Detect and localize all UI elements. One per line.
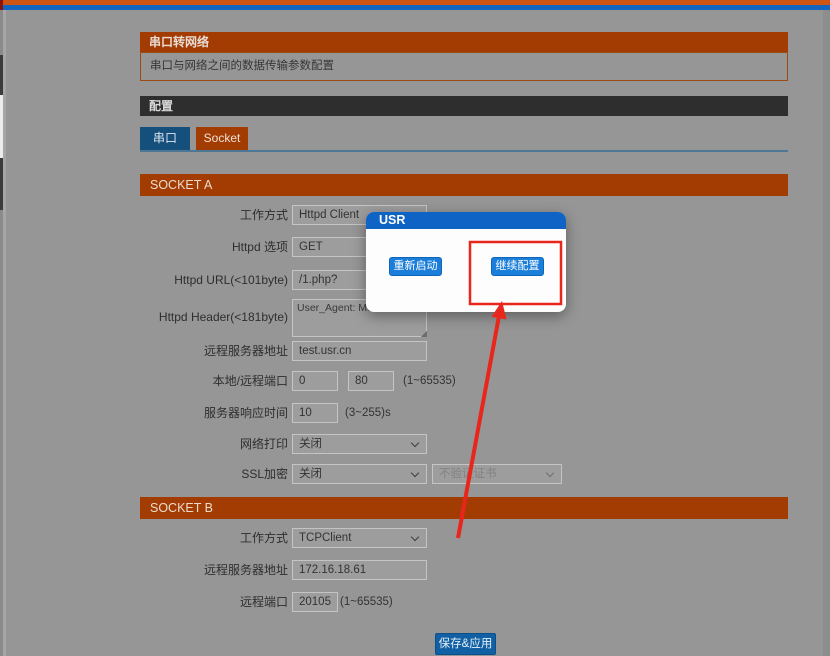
chevron-down-icon xyxy=(411,439,419,447)
window-corner-sliver xyxy=(0,0,3,10)
remote-server-input-b[interactable]: 172.16.18.61 xyxy=(292,560,427,580)
response-time-hint: (3~255)s xyxy=(345,403,391,423)
page-description: 串口与网络之间的数据传输参数配置 xyxy=(140,52,788,81)
httpd-option-value: GET xyxy=(299,241,323,253)
field-label-work-mode-a: 工作方式 xyxy=(140,205,288,225)
left-window-edge-2 xyxy=(3,10,6,656)
chevron-down-icon xyxy=(411,533,419,541)
remote-server-input-a[interactable]: test.usr.cn xyxy=(292,341,427,361)
field-label-ssl: SSL加密 xyxy=(140,464,288,484)
socket-a-section-header: SOCKET A xyxy=(140,174,788,196)
field-label-response-time: 服务器响应时间 xyxy=(140,403,288,423)
ssl-select[interactable]: 关闭 xyxy=(292,464,427,484)
tab-underline xyxy=(140,150,788,152)
chevron-down-icon xyxy=(546,469,554,477)
ssl-value: 关闭 xyxy=(299,468,322,480)
main-content: 串口转网络 串口与网络之间的数据传输参数配置 配置 串口 Socket SOCK… xyxy=(140,0,788,656)
field-label-httpd-header: Httpd Header(<181byte) xyxy=(140,307,288,327)
field-label-work-mode-b: 工作方式 xyxy=(140,528,288,548)
network-print-value: 关闭 xyxy=(299,438,322,450)
continue-config-button[interactable]: 继续配置 xyxy=(491,257,544,276)
tab-socket[interactable]: Socket xyxy=(196,127,248,150)
restart-button[interactable]: 重新启动 xyxy=(389,257,442,276)
textarea-resize-grip[interactable] xyxy=(420,330,427,337)
port-range-hint-b: (1~65535) xyxy=(340,592,393,612)
work-mode-value-b: TCPClient xyxy=(299,532,351,544)
chevron-down-icon xyxy=(411,469,419,477)
right-window-edge xyxy=(823,10,830,656)
page-title: 串口转网络 xyxy=(140,32,788,52)
field-label-network-print: 网络打印 xyxy=(140,434,288,454)
remote-port-input-b[interactable]: 20105 xyxy=(292,592,338,612)
port-range-hint-a: (1~65535) xyxy=(403,371,456,391)
field-label-remote-server-a: 远程服务器地址 xyxy=(140,341,288,361)
config-section-header: 配置 xyxy=(140,96,788,116)
work-mode-value-a: Httpd Client xyxy=(299,209,359,221)
network-print-select[interactable]: 关闭 xyxy=(292,434,427,454)
remote-port-input-a[interactable]: 80 xyxy=(348,371,394,391)
socket-b-section-header: SOCKET B xyxy=(140,497,788,519)
response-time-input[interactable]: 10 xyxy=(292,403,338,423)
modal-title: USR xyxy=(366,212,566,229)
ssl-cert-value: 不验证证书 xyxy=(439,468,497,480)
local-port-input[interactable]: 0 xyxy=(292,371,338,391)
modal-dialog: USR 重新启动 继续配置 xyxy=(366,212,566,312)
field-label-remote-port-b: 远程端口 xyxy=(140,592,288,612)
field-label-remote-server-b: 远程服务器地址 xyxy=(140,560,288,580)
field-label-httpd-option: Httpd 选项 xyxy=(140,237,288,257)
save-apply-button[interactable]: 保存&应用 xyxy=(435,633,496,655)
work-mode-select-b[interactable]: TCPClient xyxy=(292,528,427,548)
ssl-cert-select[interactable]: 不验证证书 xyxy=(432,464,562,484)
tab-serial[interactable]: 串口 xyxy=(140,127,190,150)
field-label-httpd-url: Httpd URL(<101byte) xyxy=(140,270,288,290)
field-label-ports: 本地/远程端口 xyxy=(140,371,288,391)
screen: 串口转网络 串口与网络之间的数据传输参数配置 配置 串口 Socket SOCK… xyxy=(0,0,830,656)
